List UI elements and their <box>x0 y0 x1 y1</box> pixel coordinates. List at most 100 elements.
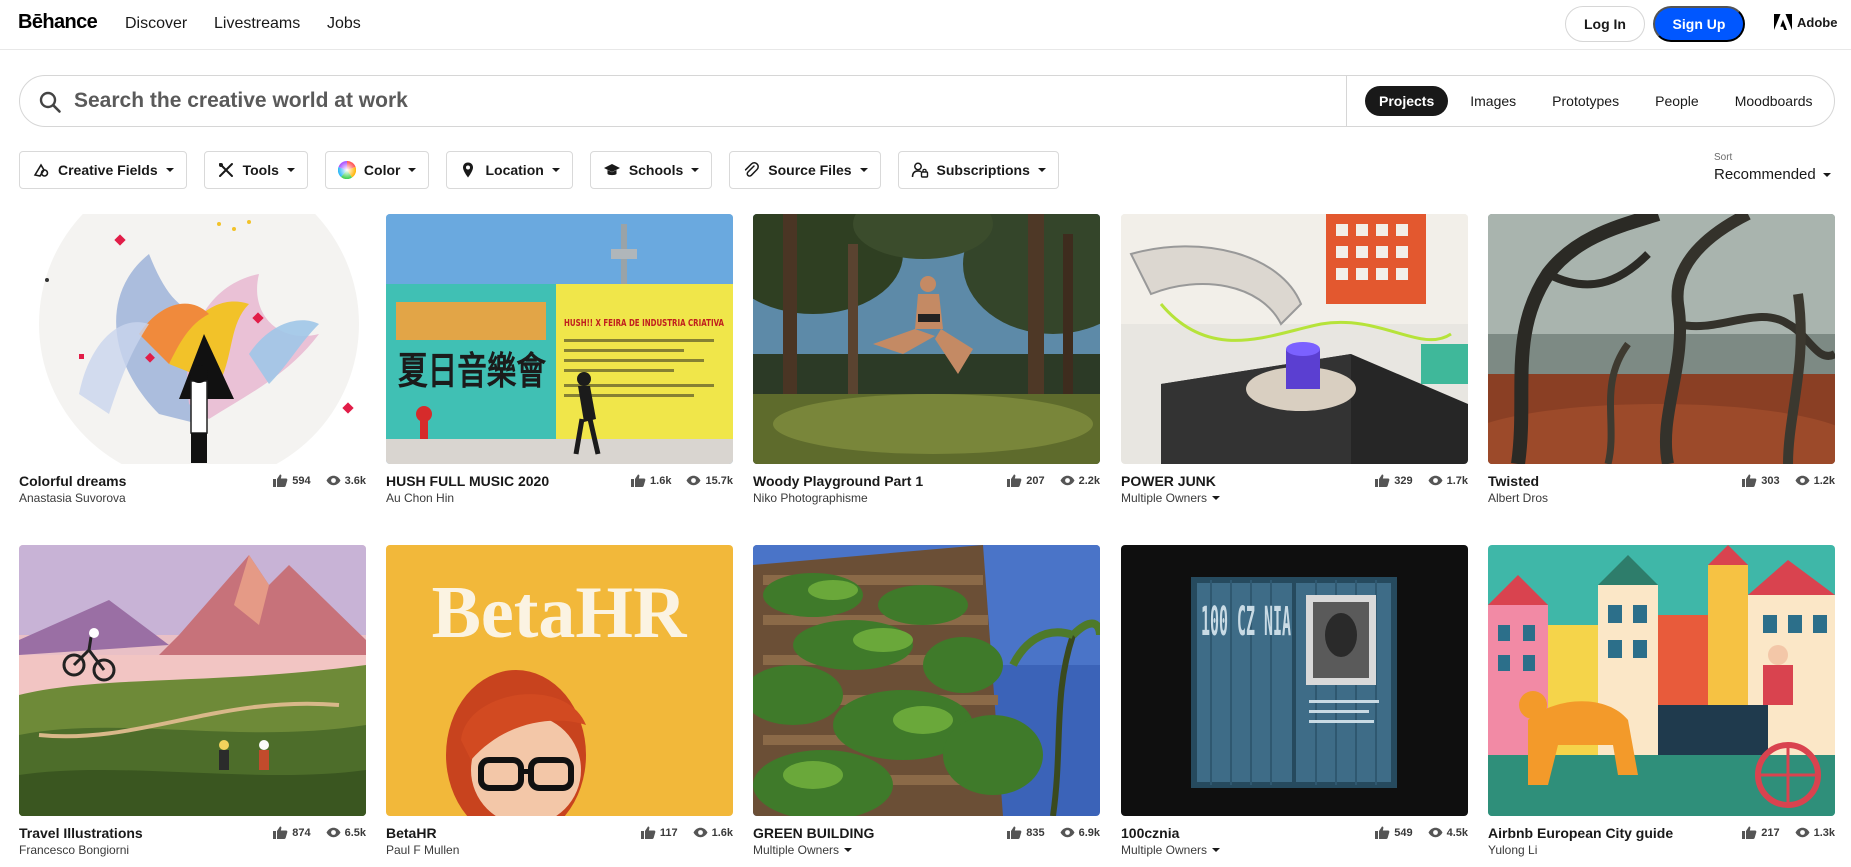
eye-icon <box>1060 827 1075 838</box>
paperclip-icon <box>742 161 760 179</box>
project-card[interactable]: BetaHR BetaHR Paul F Mullen 117 1.6k <box>386 545 733 861</box>
twisted-forest-photo <box>1488 214 1835 464</box>
project-title[interactable]: 100cznia <box>1121 825 1179 841</box>
eye-icon <box>1795 827 1810 838</box>
betahr-logo-text: BetaHR <box>432 572 688 654</box>
sort-label: Sort <box>1714 152 1733 163</box>
search-divider <box>1346 76 1347 126</box>
like-count: 835 <box>1026 826 1045 839</box>
view-count: 1.3k <box>1813 826 1835 839</box>
project-owner[interactable]: Niko Photographisme <box>753 491 868 505</box>
project-thumbnail[interactable] <box>1121 214 1468 464</box>
like-count: 874 <box>292 826 311 839</box>
search-input[interactable] <box>72 76 1332 126</box>
login-button[interactable]: Log In <box>1565 6 1645 42</box>
like-count: 117 <box>659 826 678 839</box>
adobe-link[interactable]: Adobe <box>1774 14 1837 30</box>
filter-subscriptions[interactable]: Subscriptions <box>897 151 1059 189</box>
project-owner[interactable]: Au Chon Hin <box>386 491 454 505</box>
project-title[interactable]: GREEN BUILDING <box>753 825 874 841</box>
like-count: 549 <box>1394 826 1413 839</box>
project-title[interactable]: Airbnb European City guide <box>1488 825 1673 841</box>
view-count: 15.7k <box>705 474 733 487</box>
view-count: 1.2k <box>1813 474 1835 487</box>
tab-people[interactable]: People <box>1641 86 1713 116</box>
project-owner[interactable]: Yulong Li <box>1488 843 1537 857</box>
tab-prototypes[interactable]: Prototypes <box>1538 86 1633 116</box>
eye-icon <box>1428 827 1443 838</box>
project-owner[interactable]: Multiple Owners <box>753 843 853 857</box>
filter-schools[interactable]: Schools <box>589 151 713 189</box>
tab-images[interactable]: Images <box>1456 86 1530 116</box>
project-owner[interactable]: Multiple Owners <box>1121 491 1221 505</box>
eye-icon <box>693 827 708 838</box>
project-owner[interactable]: Anastasia Suvorova <box>19 491 126 505</box>
view-count: 3.6k <box>344 474 366 487</box>
nav-livestreams[interactable]: Livestreams <box>214 15 300 33</box>
project-stats: 303 1.2k <box>1742 474 1835 487</box>
project-thumbnail[interactable]: BetaHR <box>386 545 733 816</box>
signup-button[interactable]: Sign Up <box>1653 6 1745 42</box>
project-thumbnail[interactable] <box>753 214 1100 464</box>
power-junk-artwork <box>1121 214 1468 464</box>
view-count: 1.6k <box>711 826 733 839</box>
project-card[interactable]: 100 CZ NIA 100cznia Multiple Owners 549 … <box>1121 545 1468 861</box>
project-card[interactable]: POWER JUNK Multiple Owners 329 1.7k <box>1121 214 1468 509</box>
project-card[interactable]: GREEN BUILDING Multiple Owners 835 6.9k <box>753 545 1100 861</box>
project-card[interactable]: Twisted Albert Dros 303 1.2k <box>1488 214 1835 509</box>
chevron-down-icon <box>1212 848 1221 852</box>
filter-location[interactable]: Location <box>446 151 573 189</box>
project-title[interactable]: Travel Illustrations <box>19 825 143 841</box>
filter-subscriptions-label: Subscriptions <box>936 162 1030 178</box>
tab-projects[interactable]: Projects <box>1365 86 1449 116</box>
project-owner-name: Francesco Bongiorni <box>19 843 130 857</box>
color-wheel-icon <box>337 161 356 179</box>
behance-logo[interactable]: Bēhance <box>18 11 98 34</box>
project-owner[interactable]: Multiple Owners <box>1121 843 1221 857</box>
nav-jobs[interactable]: Jobs <box>327 15 361 33</box>
project-thumbnail[interactable] <box>753 545 1100 816</box>
view-count: 6.9k <box>1078 826 1100 839</box>
project-title[interactable]: HUSH FULL MUSIC 2020 <box>386 473 549 489</box>
chevron-down-icon <box>165 168 174 172</box>
filter-source-files[interactable]: Source Files <box>729 151 881 189</box>
eye-icon <box>686 475 701 486</box>
project-owner-name: Multiple Owners <box>1121 843 1208 857</box>
project-card[interactable]: Woody Playground Part 1 Niko Photographi… <box>753 214 1100 509</box>
project-card[interactable]: Colorful dreams Anastasia Suvorova 594 3… <box>19 214 366 509</box>
project-owner[interactable]: Paul F Mullen <box>386 843 459 857</box>
nav-discover[interactable]: Discover <box>125 15 187 33</box>
project-title[interactable]: Woody Playground Part 1 <box>753 473 923 489</box>
project-thumbnail[interactable]: 夏日音樂會 HUSH!! X FEIRA DE INDUSTRIA CRIATI… <box>386 214 733 464</box>
project-card[interactable]: 夏日音樂會 HUSH!! X FEIRA DE INDUSTRIA CRIATI… <box>386 214 733 509</box>
project-title[interactable]: POWER JUNK <box>1121 473 1216 489</box>
project-thumbnail[interactable]: 100 CZ NIA <box>1121 545 1468 816</box>
project-owner-name: Paul F Mullen <box>386 843 460 857</box>
project-thumbnail[interactable] <box>19 214 366 464</box>
project-owner-name: Multiple Owners <box>753 843 840 857</box>
chevron-down-icon <box>408 168 417 172</box>
thumbs-up-icon <box>273 474 288 487</box>
sort-dropdown[interactable]: Sort Recommended <box>1714 152 1831 183</box>
filter-creative-fields[interactable]: Creative Fields <box>19 151 187 189</box>
tab-moodboards[interactable]: Moodboards <box>1721 86 1827 116</box>
filter-tools-label: Tools <box>242 162 279 178</box>
chevron-down-icon <box>844 848 853 852</box>
like-count: 594 <box>292 474 311 487</box>
project-thumbnail[interactable] <box>19 545 366 816</box>
filter-source-files-label: Source Files <box>768 162 852 178</box>
project-owner[interactable]: Francesco Bongiorni <box>19 843 129 857</box>
filter-color[interactable]: Color <box>324 151 430 189</box>
project-card[interactable]: Travel Illustrations Francesco Bongiorni… <box>19 545 366 861</box>
project-title[interactable]: BetaHR <box>386 825 437 841</box>
view-count: 6.5k <box>344 826 366 839</box>
project-thumbnail[interactable] <box>1488 214 1835 464</box>
filter-tools[interactable]: Tools <box>203 151 308 189</box>
chevron-down-icon <box>286 168 295 172</box>
project-title[interactable]: Twisted <box>1488 473 1539 489</box>
project-thumbnail[interactable] <box>1488 545 1835 816</box>
project-owner[interactable]: Albert Dros <box>1488 491 1548 505</box>
tools-icon <box>217 161 235 179</box>
project-title[interactable]: Colorful dreams <box>19 473 126 489</box>
project-card[interactable]: Airbnb European City guide Yulong Li 217… <box>1488 545 1835 861</box>
